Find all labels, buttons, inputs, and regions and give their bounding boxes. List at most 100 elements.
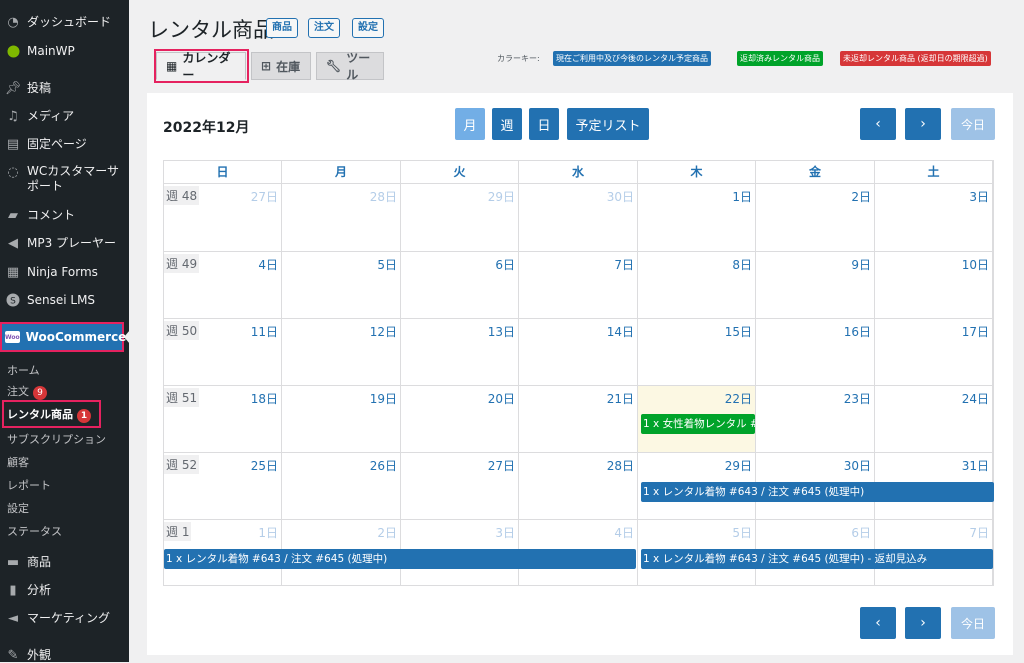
day-cell[interactable]: 7日 xyxy=(519,252,638,319)
day-number[interactable]: 29日 xyxy=(725,457,752,474)
day-number[interactable]: 31日 xyxy=(962,457,989,474)
day-cell[interactable]: 3日 xyxy=(875,184,993,252)
week-view-button[interactable]: 週 xyxy=(492,108,522,140)
menu-pages[interactable]: ▤ 固定ページ xyxy=(0,136,129,152)
menu-dashboard[interactable]: ◔ ダッシュボード xyxy=(0,14,129,30)
menu-marketing[interactable]: ◄ マーケティング xyxy=(0,610,129,626)
day-number[interactable]: 10日 xyxy=(962,256,989,273)
list-view-button[interactable]: 予定リスト xyxy=(567,108,649,140)
day-number[interactable]: 28日 xyxy=(370,188,397,205)
rental-event[interactable]: 1 x レンタル着物 #643 / 注文 #645 (処理中) xyxy=(164,549,636,569)
day-cell[interactable]: 29日 xyxy=(401,184,519,252)
day-cell[interactable]: 28日 xyxy=(519,453,638,520)
day-cell[interactable]: 25日 週 52 xyxy=(164,453,282,520)
day-number[interactable]: 27日 xyxy=(488,457,515,474)
orders-link-button[interactable]: 注文 xyxy=(308,18,340,38)
day-number[interactable]: 7日 xyxy=(614,256,634,273)
day-number[interactable]: 5日 xyxy=(377,256,397,273)
prev-button-bottom[interactable]: ‹ xyxy=(860,607,896,639)
menu-appearance[interactable]: ✎ 外観 xyxy=(0,647,129,663)
day-cell[interactable]: 23日 xyxy=(756,386,875,453)
day-number[interactable]: 18日 xyxy=(251,390,278,407)
day-number[interactable]: 23日 xyxy=(844,390,871,407)
day-cell[interactable]: 13日 xyxy=(401,319,519,386)
day-number[interactable]: 28日 xyxy=(607,457,634,474)
day-view-button[interactable]: 日 xyxy=(529,108,559,140)
day-cell[interactable]: 17日 xyxy=(875,319,993,386)
menu-wc-support[interactable]: ◌ WCカスタマーサ ポート xyxy=(0,164,129,194)
tab-tools[interactable]: 🔧︎ ツール xyxy=(316,51,384,82)
day-cell[interactable]: 4日 週 49 xyxy=(164,252,282,319)
menu-woocommerce[interactable]: Woo WooCommerce xyxy=(0,322,126,352)
day-number[interactable]: 25日 xyxy=(251,457,278,474)
day-number[interactable]: 11日 xyxy=(251,323,278,340)
day-number[interactable]: 17日 xyxy=(962,323,989,340)
rental-event[interactable]: 1 x レンタル着物 #643 / 注文 #645 (処理中) - 返却見込み xyxy=(641,549,993,569)
day-number[interactable]: 30日 xyxy=(607,188,634,205)
day-cell[interactable]: 26日 xyxy=(282,453,401,520)
day-number[interactable]: 21日 xyxy=(607,390,634,407)
day-number[interactable]: 1日 xyxy=(732,188,752,205)
day-number[interactable]: 4日 xyxy=(258,256,278,273)
tab-inventory[interactable]: ⊞ 在庫 xyxy=(251,52,311,80)
menu-products[interactable]: ▬ 商品 xyxy=(0,554,129,570)
menu-ninja-forms[interactable]: ▦ Ninja Forms xyxy=(0,264,129,280)
today-button[interactable]: 今日 xyxy=(951,108,995,140)
day-cell[interactable]: 15日 xyxy=(638,319,756,386)
day-cell[interactable]: 24日 xyxy=(875,386,993,453)
day-number[interactable]: 3日 xyxy=(969,188,989,205)
day-cell[interactable]: 10日 xyxy=(875,252,993,319)
next-button-bottom[interactable]: › xyxy=(905,607,941,639)
products-link-button[interactable]: 商品 xyxy=(266,18,298,38)
day-number[interactable]: 3日 xyxy=(495,524,515,541)
settings-link-button[interactable]: 設定 xyxy=(352,18,384,38)
day-number[interactable]: 26日 xyxy=(370,457,397,474)
month-view-button[interactable]: 月 xyxy=(455,108,485,140)
submenu-home[interactable]: ホーム xyxy=(7,362,40,378)
day-cell[interactable]: 1日 xyxy=(638,184,756,252)
next-button[interactable]: › xyxy=(905,108,941,140)
day-number[interactable]: 24日 xyxy=(962,390,989,407)
menu-mainwp[interactable]: MainWP xyxy=(0,43,129,59)
day-number[interactable]: 14日 xyxy=(607,323,634,340)
day-number[interactable]: 30日 xyxy=(844,457,871,474)
day-number[interactable]: 5日 xyxy=(732,524,752,541)
day-number[interactable]: 6日 xyxy=(495,256,515,273)
day-number[interactable]: 29日 xyxy=(488,188,515,205)
day-cell[interactable]: 11日 週 50 xyxy=(164,319,282,386)
day-cell[interactable]: 14日 xyxy=(519,319,638,386)
day-number[interactable]: 16日 xyxy=(844,323,871,340)
day-number[interactable]: 6日 xyxy=(851,524,871,541)
day-cell[interactable]: 20日 xyxy=(401,386,519,453)
prev-button[interactable]: ‹ xyxy=(860,108,896,140)
day-number[interactable]: 1日 xyxy=(258,524,278,541)
submenu-customers[interactable]: 顧客 xyxy=(7,454,29,470)
menu-comments[interactable]: ▰ コメント xyxy=(0,207,129,223)
day-number[interactable]: 27日 xyxy=(251,188,278,205)
day-number[interactable]: 2日 xyxy=(377,524,397,541)
day-cell[interactable]: 27日 xyxy=(401,453,519,520)
today-button-bottom[interactable]: 今日 xyxy=(951,607,995,639)
day-cell[interactable]: 6日 xyxy=(401,252,519,319)
day-number[interactable]: 15日 xyxy=(725,323,752,340)
rental-event[interactable]: 1 x レンタル着物 #643 / 注文 #645 (処理中) xyxy=(641,482,994,502)
rental-event[interactable]: 1 x 女性着物レンタル # xyxy=(641,414,755,434)
menu-posts[interactable]: 📌︎ 投稿 xyxy=(0,80,129,96)
day-cell[interactable]: 21日 xyxy=(519,386,638,453)
day-cell[interactable]: 8日 xyxy=(638,252,756,319)
day-number[interactable]: 4日 xyxy=(614,524,634,541)
day-number[interactable]: 20日 xyxy=(488,390,515,407)
day-cell[interactable]: 28日 xyxy=(282,184,401,252)
day-cell[interactable]: 2日 xyxy=(756,184,875,252)
day-cell[interactable]: 19日 xyxy=(282,386,401,453)
day-cell[interactable]: 18日 週 51 xyxy=(164,386,282,453)
submenu-subscriptions[interactable]: サブスクリプション xyxy=(7,431,106,447)
day-number[interactable]: 2日 xyxy=(851,188,871,205)
menu-mp3-player[interactable]: ◀ MP3 プレーヤー xyxy=(0,235,129,251)
day-cell[interactable]: 27日 週 48 xyxy=(164,184,282,252)
submenu-status[interactable]: ステータス xyxy=(7,523,62,539)
submenu-settings[interactable]: 設定 xyxy=(7,500,29,516)
day-cell[interactable]: 12日 xyxy=(282,319,401,386)
day-cell[interactable]: 30日 xyxy=(519,184,638,252)
day-cell[interactable]: 5日 xyxy=(282,252,401,319)
